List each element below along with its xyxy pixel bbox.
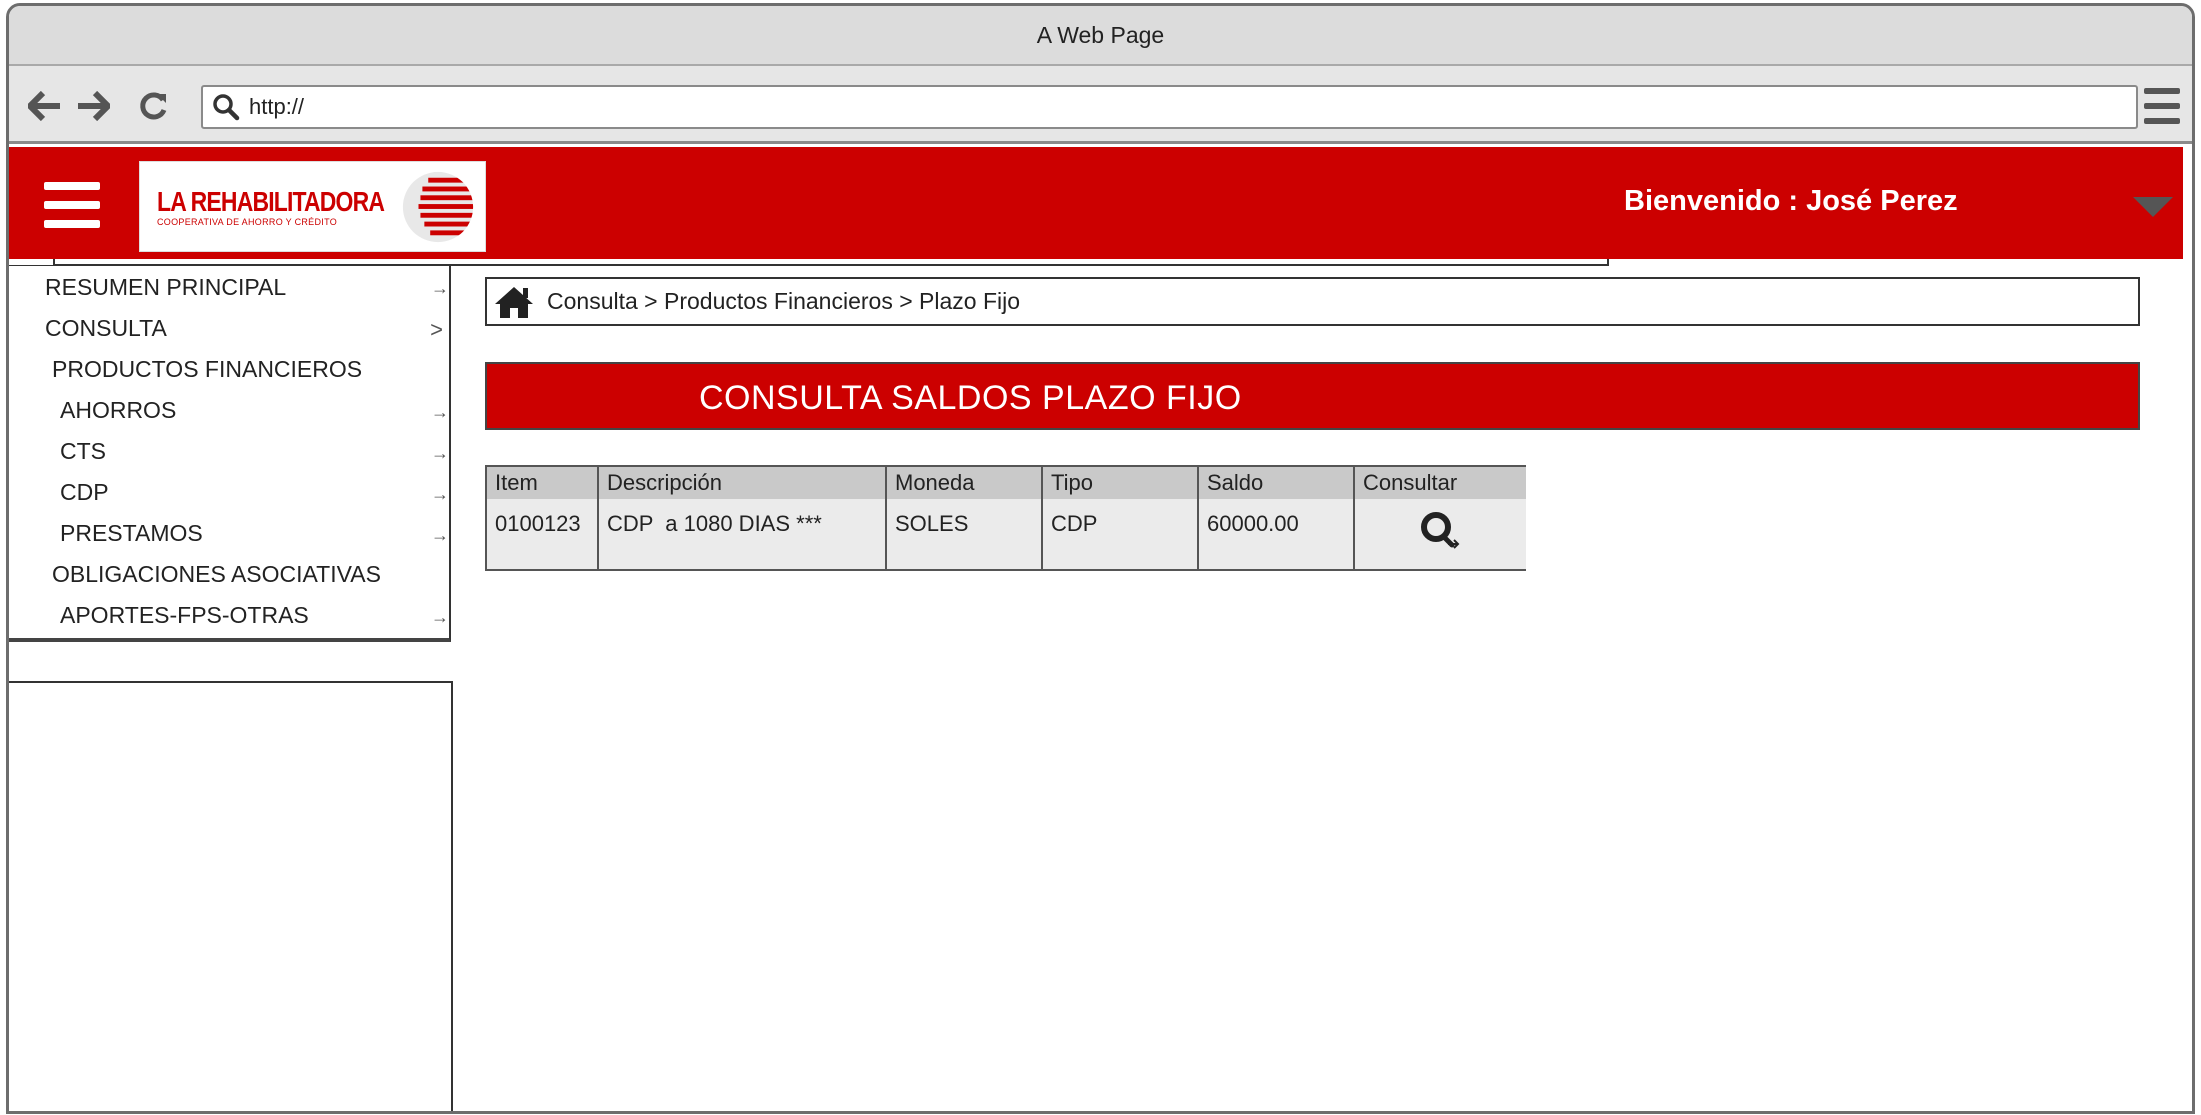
section-title-banner: CONSULTA SALDOS PLAZO FIJO xyxy=(485,362,2140,430)
arrow-left-icon xyxy=(28,91,60,121)
table-header-row: Item Descripción Moneda Tipo Saldo Consu… xyxy=(487,467,1526,499)
cell-tipo: CDP xyxy=(1042,499,1199,569)
app-menu-button[interactable] xyxy=(44,182,100,228)
column-header-moneda: Moneda xyxy=(886,467,1043,499)
arrow-right-icon: → xyxy=(431,484,449,504)
arrow-right-icon: → xyxy=(431,402,449,422)
arrow-right-icon: → xyxy=(431,278,449,298)
sidebar-menu: RESUMEN PRINCIPAL → CONSULTA > PRODUCTOS… xyxy=(9,265,451,642)
cell-moneda: SOLES xyxy=(886,499,1043,569)
brand-name: LA REHABILITADORA xyxy=(157,186,385,217)
forward-button[interactable] xyxy=(73,86,113,126)
arrow-right-icon xyxy=(78,91,110,121)
column-header-descripcion: Descripción xyxy=(598,467,887,499)
breadcrumb: Consulta > Productos Financieros > Plazo… xyxy=(485,277,2140,326)
sidebar-item-cts[interactable]: CTS xyxy=(60,438,106,465)
cell-item: 0100123 xyxy=(487,499,599,569)
sidebar-item-resumen-principal[interactable]: RESUMEN PRINCIPAL xyxy=(45,274,286,301)
sidebar-item-obligaciones-asociativas[interactable]: OBLIGACIONES ASOCIATIVAS xyxy=(52,561,381,588)
home-icon[interactable] xyxy=(493,284,535,320)
sidebar-item-consulta[interactable]: CONSULTA xyxy=(45,315,167,342)
reload-icon xyxy=(140,92,167,120)
globe-logo-icon xyxy=(402,171,474,243)
sidebar-lower-divider xyxy=(451,681,453,1111)
browser-toolbar: http:// xyxy=(9,66,2192,144)
brand-logo[interactable]: LA REHABILITADORA COOPERATIVA DE AHORRO … xyxy=(139,161,486,252)
sidebar-item-cdp[interactable]: CDP xyxy=(60,479,109,506)
window-titlebar: A Web Page xyxy=(9,6,2192,66)
cell-descripcion: CDP a 1080 DIAS *** xyxy=(598,499,887,569)
url-text: http:// xyxy=(249,94,305,119)
hamburger-icon xyxy=(44,182,100,190)
brand-subtitle: COOPERATIVA DE AHORRO Y CRÉDITO xyxy=(157,217,338,227)
sidebar-item-prestamos[interactable]: PRESTAMOS xyxy=(60,520,203,547)
table-row: 0100123 CDP a 1080 DIAS *** SOLES CDP 60… xyxy=(487,499,1526,569)
column-header-saldo: Saldo xyxy=(1198,467,1355,499)
breadcrumb-path: Consulta > Productos Financieros > Plazo… xyxy=(547,288,1021,314)
browser-window: A Web Page http:// LA REHABILITADORA COO… xyxy=(6,3,2195,1114)
arrow-right-icon: → xyxy=(431,525,449,545)
arrow-right-icon: → xyxy=(431,607,449,627)
page-title: CONSULTA SALDOS PLAZO FIJO xyxy=(699,379,1242,417)
arrow-right-icon: → xyxy=(431,443,449,463)
cell-consultar xyxy=(1354,499,1526,569)
chevron-right-icon: > xyxy=(430,317,443,342)
cell-saldo: 60000.00 xyxy=(1198,499,1355,569)
hamburger-menu-icon xyxy=(2144,88,2180,94)
magnifier-icon[interactable] xyxy=(1418,509,1464,551)
sidebar-lower-border xyxy=(9,681,451,683)
column-header-consultar: Consultar xyxy=(1354,467,1526,499)
column-header-item: Item xyxy=(487,467,599,499)
sidebar-item-productos-financieros[interactable]: PRODUCTOS FINANCIEROS xyxy=(52,356,362,383)
user-dropdown-caret-icon[interactable] xyxy=(2133,197,2173,217)
reload-button[interactable] xyxy=(133,86,173,126)
back-button[interactable] xyxy=(25,86,65,126)
sidebar-item-ahorros[interactable]: AHORROS xyxy=(60,397,176,424)
address-bar[interactable]: http:// xyxy=(201,85,2138,129)
balances-table: Item Descripción Moneda Tipo Saldo Consu… xyxy=(485,465,1526,571)
search-icon xyxy=(203,87,249,127)
column-header-tipo: Tipo xyxy=(1042,467,1199,499)
welcome-user-text: Bienvenido : José Perez xyxy=(1624,185,1958,217)
app-header: LA REHABILITADORA COOPERATIVA DE AHORRO … xyxy=(9,147,2183,259)
browser-menu-button[interactable] xyxy=(2144,88,2180,124)
window-title: A Web Page xyxy=(1036,21,1165,48)
sidebar-item-aportes-fps-otras[interactable]: APORTES-FPS-OTRAS xyxy=(60,602,309,629)
